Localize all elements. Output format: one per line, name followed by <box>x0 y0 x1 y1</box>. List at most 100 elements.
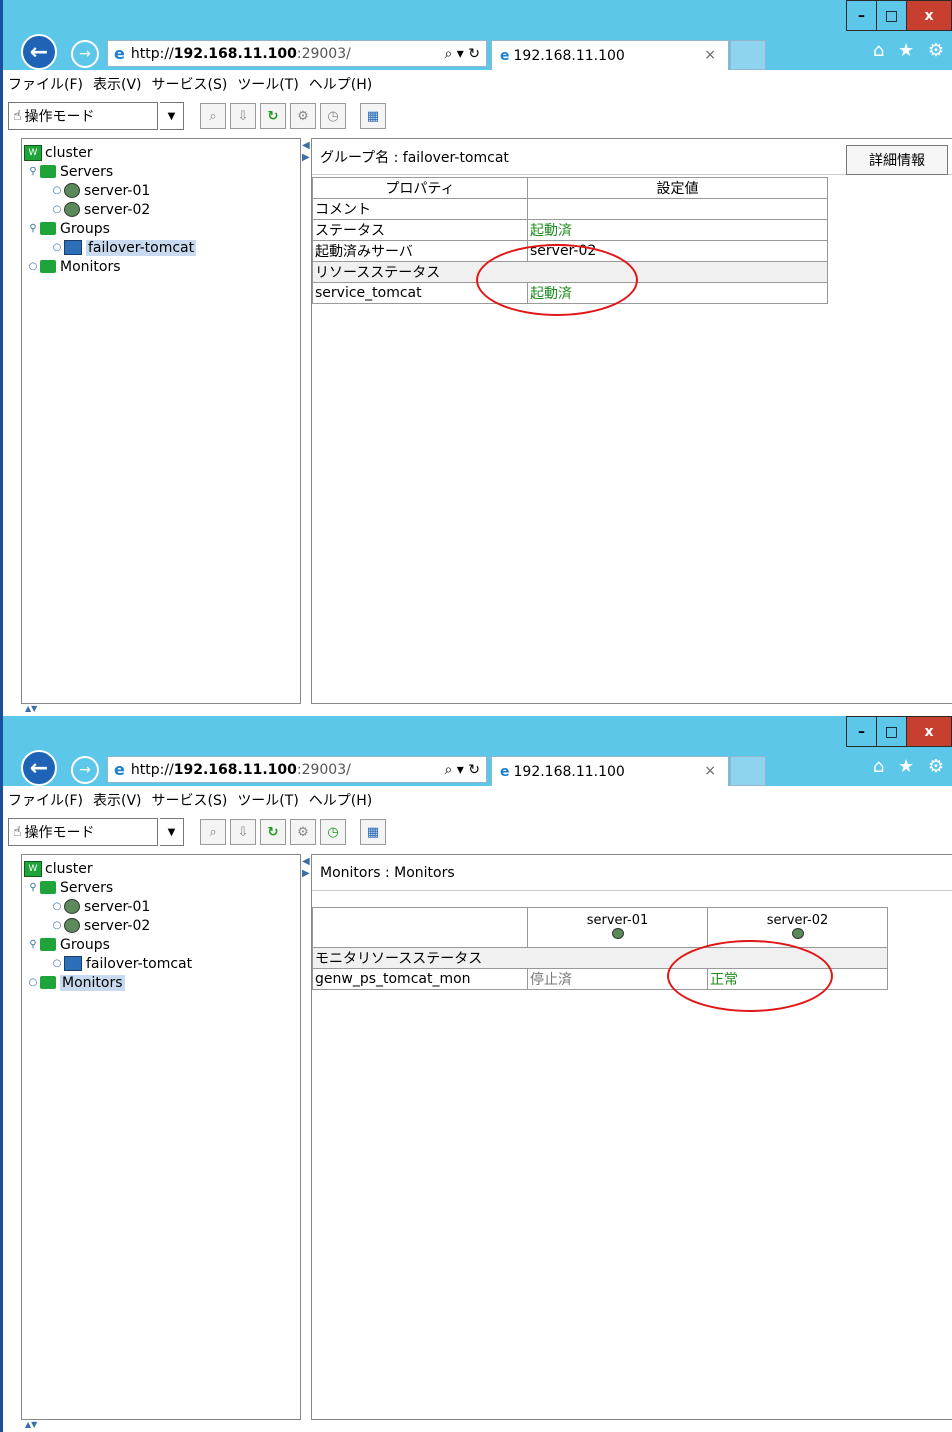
new-tab-button[interactable] <box>730 756 766 786</box>
tab-title: 192.168.11.100 <box>513 47 625 64</box>
tree-node-monitors[interactable]: ○ Monitors <box>22 257 300 276</box>
collapse-right-icon[interactable]: ▶ <box>302 868 310 879</box>
clock-icon[interactable]: ◷ <box>320 103 346 129</box>
gear-tool-icon[interactable]: ⚙ <box>290 103 316 129</box>
scroll-arrows-icon[interactable]: ▲▼ <box>25 704 55 714</box>
tree-node-server-02[interactable]: ○ server-02 <box>22 200 300 219</box>
column-header-value: 設定値 <box>527 177 828 199</box>
expander-icon[interactable]: ⚲ <box>26 939 40 950</box>
expander-icon[interactable]: ○ <box>50 204 64 215</box>
tree-node-monitors[interactable]: ○ Monitors <box>22 973 300 992</box>
new-tab-button[interactable] <box>730 40 766 70</box>
home-favorites-settings-icon[interactable]: ⌂ ★ ⚙ <box>873 40 948 61</box>
menu-service[interactable]: サービス(S) <box>152 790 228 810</box>
maximize-button[interactable]: □ <box>876 716 907 747</box>
close-button[interactable]: x <box>906 0 952 31</box>
menu-service[interactable]: サービス(S) <box>152 74 228 94</box>
search-tool-icon[interactable]: ⌕ <box>200 103 226 129</box>
browser-window-2: – □ x ← → e http://192.168.11.100:29003/… <box>0 716 952 1432</box>
home-favorites-settings-icon[interactable]: ⌂ ★ ⚙ <box>873 756 948 777</box>
detail-info-button[interactable]: 詳細情報 <box>846 145 948 175</box>
mode-select[interactable]: ☝ 操作モード <box>8 102 158 130</box>
minimize-button[interactable]: – <box>846 0 877 31</box>
server-icon <box>64 202 80 217</box>
menu-view[interactable]: 表示(V) <box>93 74 142 94</box>
tree-node-failover-tomcat[interactable]: ○ failover-tomcat <box>22 954 300 973</box>
tree-node-server-02[interactable]: ○ server-02 <box>22 916 300 935</box>
highlight-ellipse <box>476 244 638 316</box>
menu-file[interactable]: ファイル(F) <box>8 790 83 810</box>
scroll-arrows-icon[interactable]: ▲▼ <box>25 1420 55 1430</box>
maximize-button[interactable]: □ <box>876 0 907 31</box>
expander-icon[interactable]: ⚲ <box>26 882 40 893</box>
expander-icon[interactable]: ○ <box>50 242 64 253</box>
tree-node-server-01[interactable]: ○ server-01 <box>22 897 300 916</box>
tree-node-cluster[interactable]: Wcluster <box>22 859 300 878</box>
menu-tool[interactable]: ツール(T) <box>237 74 298 94</box>
forward-arrow-icon: → <box>79 762 91 778</box>
folder-icon <box>40 976 56 989</box>
tree-node-servers[interactable]: ⚲ Servers <box>22 878 300 897</box>
grid-view-icon[interactable]: ▦ <box>360 819 386 845</box>
minimize-button[interactable]: – <box>846 716 877 747</box>
collapse-left-icon[interactable]: ◀ <box>302 856 310 867</box>
table-row[interactable]: ステータス 起動済 <box>312 219 828 241</box>
ie-logo-icon: e <box>500 47 510 64</box>
collapse-left-icon[interactable]: ◀ <box>302 140 310 151</box>
back-button[interactable]: ← <box>21 34 57 70</box>
tree-node-server-01[interactable]: ○ server-01 <box>22 181 300 200</box>
expander-icon[interactable]: ○ <box>26 261 40 272</box>
forward-button[interactable]: → <box>71 756 99 784</box>
chevron-down-icon[interactable]: ▼ <box>160 102 184 130</box>
reload-icon[interactable]: ↻ <box>260 819 286 845</box>
tab-close-icon[interactable]: × <box>704 47 716 63</box>
address-search-refresh-icon[interactable]: ⌕ ▾ ↻ <box>416 762 486 778</box>
menu-view[interactable]: 表示(V) <box>93 790 142 810</box>
splitter[interactable]: ◀ ▶ <box>301 854 311 1420</box>
address-bar[interactable]: e http://192.168.11.100:29003/ ⌕ ▾ ↻ <box>107 756 487 783</box>
server-icon <box>791 927 804 939</box>
tree-node-groups[interactable]: ⚲ Groups <box>22 935 300 954</box>
grid-view-icon[interactable]: ▦ <box>360 103 386 129</box>
splitter[interactable]: ◀ ▶ <box>301 138 311 704</box>
menu-tool[interactable]: ツール(T) <box>237 790 298 810</box>
chevron-down-icon[interactable]: ▼ <box>160 818 184 846</box>
address-bar[interactable]: e http://192.168.11.100:29003/ ⌕ ▾ ↻ <box>107 40 487 67</box>
expander-icon[interactable]: ○ <box>26 977 40 988</box>
menu-file[interactable]: ファイル(F) <box>8 74 83 94</box>
address-search-refresh-icon[interactable]: ⌕ ▾ ↻ <box>416 46 486 62</box>
menu-help[interactable]: ヘルプ(H) <box>309 74 372 94</box>
close-button[interactable]: x <box>906 716 952 747</box>
mode-select[interactable]: ☝ 操作モード <box>8 818 158 846</box>
browser-tab[interactable]: e 192.168.11.100 × <box>491 40 729 70</box>
search-tool-icon[interactable]: ⌕ <box>200 819 226 845</box>
expander-icon[interactable]: ○ <box>50 920 64 931</box>
download-tool-icon[interactable]: ⇩ <box>230 103 256 129</box>
gear-tool-icon[interactable]: ⚙ <box>290 819 316 845</box>
expander-icon[interactable]: ○ <box>50 958 64 969</box>
expander-icon[interactable]: ⚲ <box>26 166 40 177</box>
tree-node-failover-tomcat[interactable]: ○ failover-tomcat <box>22 238 300 257</box>
expander-icon[interactable]: ○ <box>50 901 64 912</box>
back-button[interactable]: ← <box>21 750 57 786</box>
forward-button[interactable]: → <box>71 40 99 68</box>
tree-node-servers[interactable]: ⚲ Servers <box>22 162 300 181</box>
clock-icon[interactable]: ◷ <box>320 819 346 845</box>
reload-icon[interactable]: ↻ <box>260 103 286 129</box>
tab-close-icon[interactable]: × <box>704 763 716 779</box>
menu-help[interactable]: ヘルプ(H) <box>309 790 372 810</box>
table-row[interactable]: コメント <box>312 198 828 220</box>
group-detail-panel: グループ名 : failover-tomcat 詳細情報 プロパティ 設定値 コ… <box>311 138 952 704</box>
folder-icon <box>40 260 56 273</box>
address-url: http://192.168.11.100:29003/ <box>130 45 351 62</box>
download-tool-icon[interactable]: ⇩ <box>230 819 256 845</box>
expander-icon[interactable]: ⚲ <box>26 223 40 234</box>
tree-node-cluster[interactable]: Wcluster <box>22 143 300 162</box>
expander-icon[interactable]: ○ <box>50 185 64 196</box>
collapse-right-icon[interactable]: ▶ <box>302 152 310 163</box>
tree-node-groups[interactable]: ⚲ Groups <box>22 219 300 238</box>
hand-icon: ☝ <box>13 108 22 124</box>
server-icon <box>64 899 80 914</box>
browser-tab[interactable]: e 192.168.11.100 × <box>491 756 729 786</box>
cluster-icon: W <box>24 144 42 161</box>
